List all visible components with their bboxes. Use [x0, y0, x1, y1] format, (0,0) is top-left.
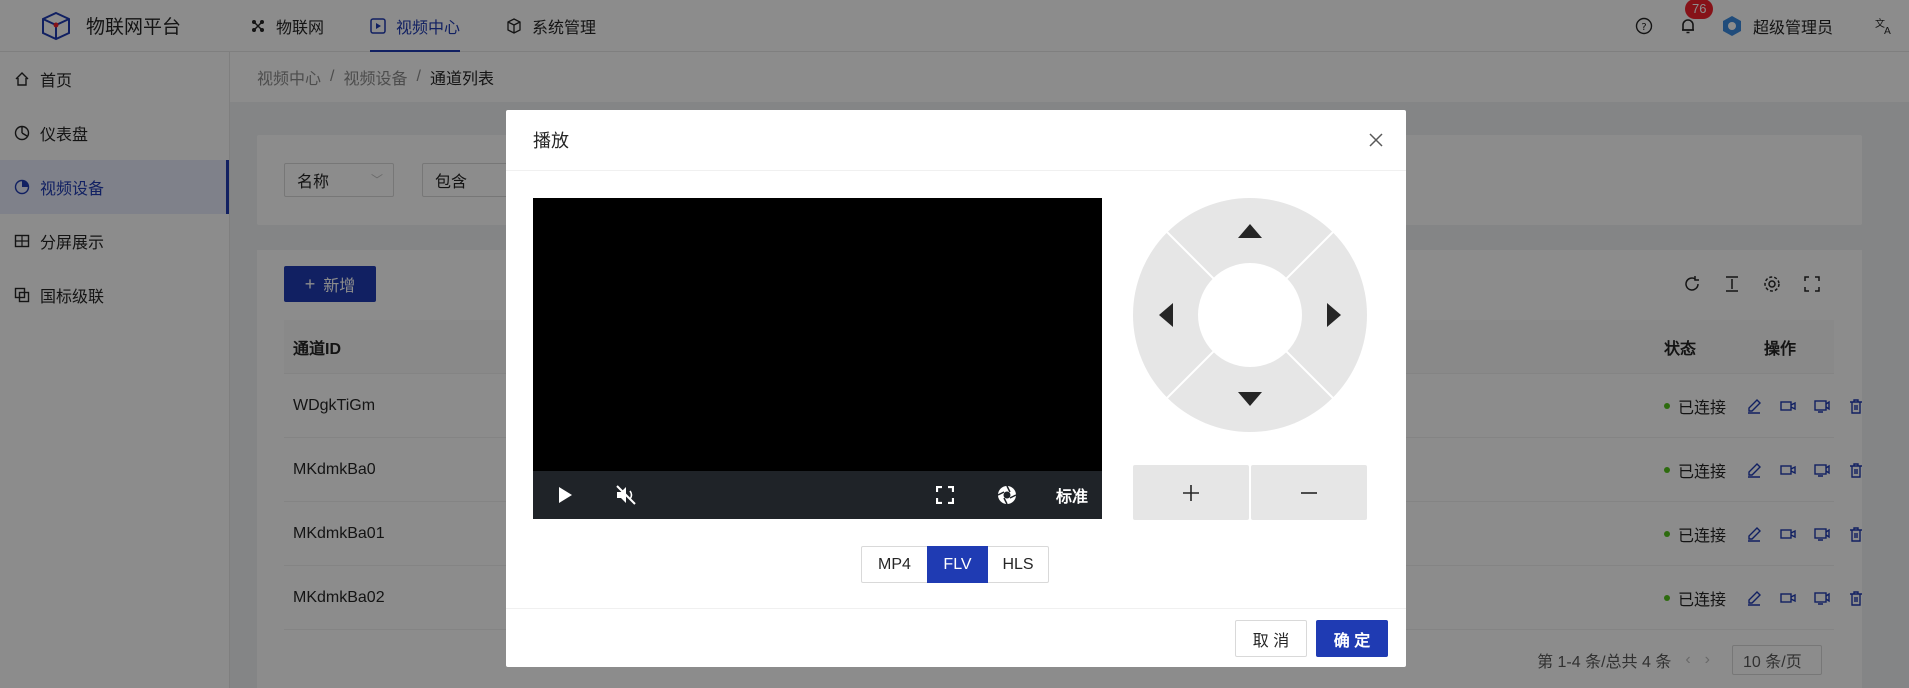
screenshot-icon[interactable]: [995, 483, 1019, 507]
close-icon[interactable]: [1366, 130, 1386, 150]
confirm-button[interactable]: 确 定: [1316, 620, 1388, 657]
ptz-control: [1133, 198, 1367, 432]
play-modal: 播放 标准 MP4 FLV HLS 取 消 确 定: [506, 110, 1406, 667]
zoom-control: [1133, 465, 1367, 520]
format-hls-button[interactable]: HLS: [987, 546, 1049, 583]
modal-title: 播放: [533, 131, 569, 151]
cancel-button[interactable]: 取 消: [1235, 620, 1307, 657]
fullscreen-icon[interactable]: [933, 483, 957, 507]
video-player[interactable]: 标准: [533, 198, 1102, 519]
quality-selector[interactable]: 标准: [1054, 483, 1090, 507]
video-controls: 标准: [533, 471, 1102, 519]
minus-icon: [1301, 491, 1317, 494]
zoom-in-button[interactable]: [1133, 465, 1249, 520]
modal-footer: 取 消 确 定: [506, 608, 1406, 667]
format-mp4-button[interactable]: MP4: [861, 546, 928, 583]
zoom-out-button[interactable]: [1251, 465, 1367, 520]
modal-header: 播放: [506, 110, 1406, 171]
format-switch: MP4 FLV HLS: [861, 546, 1049, 583]
mute-icon[interactable]: [615, 483, 639, 507]
play-icon[interactable]: [553, 483, 577, 507]
plus-icon: [1183, 484, 1199, 501]
format-flv-button[interactable]: FLV: [927, 546, 988, 583]
